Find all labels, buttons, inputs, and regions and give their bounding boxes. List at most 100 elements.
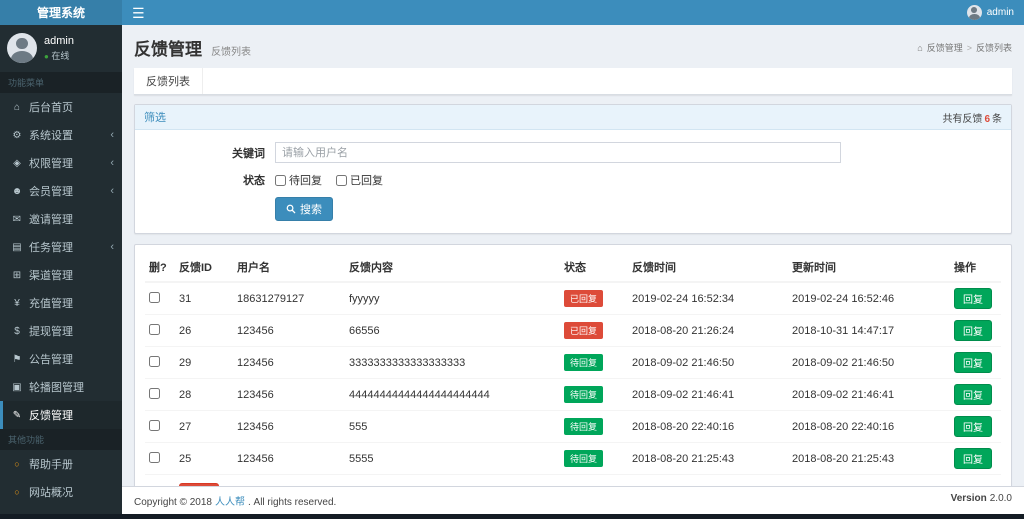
user-avatar-icon [966, 5, 982, 20]
feedback-id-cell: 27 [175, 410, 233, 443]
keyword-label: 关键词 [232, 147, 265, 160]
table-row: 26 123456 66556 已回复 2018-08-20 21:26:24 … [145, 314, 1001, 347]
copyright-text: Copyright © 2018 人人帮. All rights reserved… [134, 497, 337, 508]
keyword-input[interactable] [275, 142, 841, 163]
reply-button[interactable]: 回复 [954, 352, 992, 373]
top-bar: 管理系统 ☰ admin [0, 0, 1024, 25]
row-checkbox[interactable] [149, 387, 160, 399]
feedback-id-cell: 31 [175, 281, 233, 315]
sidebar-item-help-manual[interactable]: ○ 帮助手册 ‹ [0, 450, 122, 478]
update-time-cell: 2018-08-20 21:25:43 [788, 442, 950, 475]
username-cell: 123456 [233, 378, 345, 411]
replied-checkbox[interactable] [336, 174, 347, 186]
row-checkbox[interactable] [149, 291, 160, 303]
row-checkbox[interactable] [149, 419, 160, 431]
sidebar-item-tech-support[interactable]: ○ 技术支持 ‹ [0, 506, 122, 514]
circle-o-icon: ○ [14, 459, 20, 469]
menu-section-main: 功能菜单 [0, 72, 122, 93]
sidebar-item-channel[interactable]: ⊞ 渠道管理 ‹ [0, 261, 122, 289]
feedback-count-number: 6 [984, 113, 990, 125]
brand-link[interactable]: 人人帮 [215, 497, 245, 508]
tab-feedback-list[interactable]: 反馈列表 [134, 68, 203, 94]
sidebar-item-permission[interactable]: ◈ 权限管理 ‹ [0, 149, 122, 177]
feedback-time-cell: 2019-02-24 16:52:34 [628, 281, 788, 315]
table-row: 28 123456 44444444444444444444444 待回复 20… [145, 378, 1001, 411]
status-option-replied[interactable]: 已回复 [336, 172, 383, 188]
breadcrumb-separator: > [966, 42, 972, 53]
brand-logo: 管理系统 [0, 0, 122, 25]
feedback-content-cell: 5555 [345, 442, 560, 475]
user-menu-label: admin [986, 7, 1014, 18]
table-panel: 删? 反馈ID 用户名 反馈内容 状态 反馈时间 更新时间 操作 31 18631279127… [134, 244, 1012, 486]
list-icon: ▤ [12, 241, 22, 253]
page-subtitle: 反馈列表 [211, 47, 252, 58]
search-icon [286, 204, 296, 214]
reply-button[interactable]: 回复 [954, 448, 992, 469]
table-row: 27 123456 555 待回复 2018-08-20 22:40:16 20… [145, 410, 1001, 443]
filter-panel-header: 筛选 共有反馈 6 条 [135, 105, 1011, 130]
navbar: ☰ admin [122, 0, 1024, 25]
sidebar-item-announcement[interactable]: ⚑ 公告管理 ‹ [0, 345, 122, 373]
feedback-time-cell: 2018-08-20 21:25:43 [628, 442, 788, 475]
sidebar-item-home[interactable]: ⌂ 后台首页 ‹ [0, 93, 122, 121]
sidebar-item-carousel[interactable]: ▣ 轮播图管理 ‹ [0, 373, 122, 401]
feedback-id-cell: 29 [175, 346, 233, 379]
home-icon: ⌂ [13, 101, 21, 113]
sidebar: admin ● 在线 功能菜单 ⌂ 后台首页 ‹ ⚙ 系统设置 ‹ ◈ 权限管理… [0, 25, 122, 514]
status-badge: 待回复 [564, 418, 604, 435]
row-checkbox[interactable] [149, 323, 160, 335]
menu-section-other: 其他功能 [0, 429, 122, 450]
footer: Copyright © 2018 人人帮. All rights reserved… [122, 486, 1024, 514]
breadcrumb-root[interactable]: 反馈管理 [927, 41, 963, 54]
sidebar-item-site-overview[interactable]: ○ 网站概况 ‹ [0, 478, 122, 506]
money-icon: ¥ [14, 297, 20, 309]
user-menu[interactable]: admin [966, 5, 1014, 20]
bottom-strip [0, 514, 1024, 519]
reply-button[interactable]: 回复 [954, 416, 992, 437]
update-time-cell: 2018-08-20 22:40:16 [788, 410, 950, 443]
update-time-cell: 2018-09-02 21:46:41 [788, 378, 950, 411]
reply-button[interactable]: 回复 [954, 320, 992, 341]
chevron-left-icon: ‹ [110, 241, 114, 253]
sidebar-item-feedback[interactable]: ✎ 反馈管理 ‹ [0, 401, 122, 429]
sidebar-item-invite[interactable]: ✉ 邀请管理 ‹ [0, 205, 122, 233]
table-row: 29 123456 3333333333333333333 待回复 2018-0… [145, 346, 1001, 379]
feedback-table: 删? 反馈ID 用户名 反馈内容 状态 反馈时间 更新时间 操作 31 18631279127… [145, 253, 1001, 486]
filter-form: 关键词 状态 待回复 已回复 [135, 130, 1011, 233]
page-title: 反馈管理 [134, 40, 202, 59]
envelope-icon: ✉ [12, 213, 22, 225]
feedback-id-cell: 28 [175, 378, 233, 411]
column-header: 用户名 [233, 253, 345, 283]
status-label: 状态 [243, 175, 265, 187]
row-checkbox[interactable] [149, 451, 160, 463]
column-header: 操作 [950, 253, 1001, 283]
sidebar-item-member[interactable]: ☻ 会员管理 ‹ [0, 177, 122, 205]
reply-button[interactable]: 回复 [954, 384, 992, 405]
breadcrumb-current: 反馈列表 [975, 43, 1012, 53]
sidebar-item-recharge[interactable]: ¥ 充值管理 ‹ [0, 289, 122, 317]
sidebar-avatar [7, 33, 37, 63]
feedback-id-cell: 26 [175, 314, 233, 347]
feedback-time-cell: 2018-09-02 21:46:41 [628, 378, 788, 411]
status-badge: 已回复 [564, 290, 604, 307]
sidebar-item-system[interactable]: ⚙ 系统设置 ‹ [0, 121, 122, 149]
feedback-content-cell: 44444444444444444444444 [345, 378, 560, 411]
sidebar-user-status: ● 在线 [44, 50, 70, 61]
feedback-time-cell: 2018-08-20 22:40:16 [628, 410, 788, 443]
sidebar-item-task[interactable]: ▤ 任务管理 ‹ [0, 233, 122, 261]
sidebar-menu-other: ○ 帮助手册 ‹ ○ 网站概况 ‹ ○ 技术支持 ‹ [0, 450, 122, 514]
bulk-delete-row: 删除 [145, 474, 1001, 486]
sidebar-toggle-icon[interactable]: ☰ [132, 6, 145, 20]
feedback-count: 共有反馈 6 条 [942, 113, 1002, 125]
username-cell: 123456 [233, 346, 345, 379]
table-header-row: 删? 反馈ID 用户名 反馈内容 状态 反馈时间 更新时间 操作 [145, 253, 1001, 283]
row-checkbox[interactable] [149, 355, 160, 367]
status-option-pending[interactable]: 待回复 [275, 172, 322, 188]
filter-panel: 筛选 共有反馈6条 关键词 状态 [134, 104, 1012, 234]
search-button[interactable]: 搜索 [275, 197, 333, 221]
reply-button[interactable]: 回复 [954, 288, 992, 309]
pending-checkbox[interactable] [275, 174, 286, 186]
status-badge: 待回复 [564, 386, 604, 403]
sidebar-item-withdraw[interactable]: $ 提现管理 ‹ [0, 317, 122, 345]
tab-bar: 反馈列表 [134, 68, 1012, 95]
